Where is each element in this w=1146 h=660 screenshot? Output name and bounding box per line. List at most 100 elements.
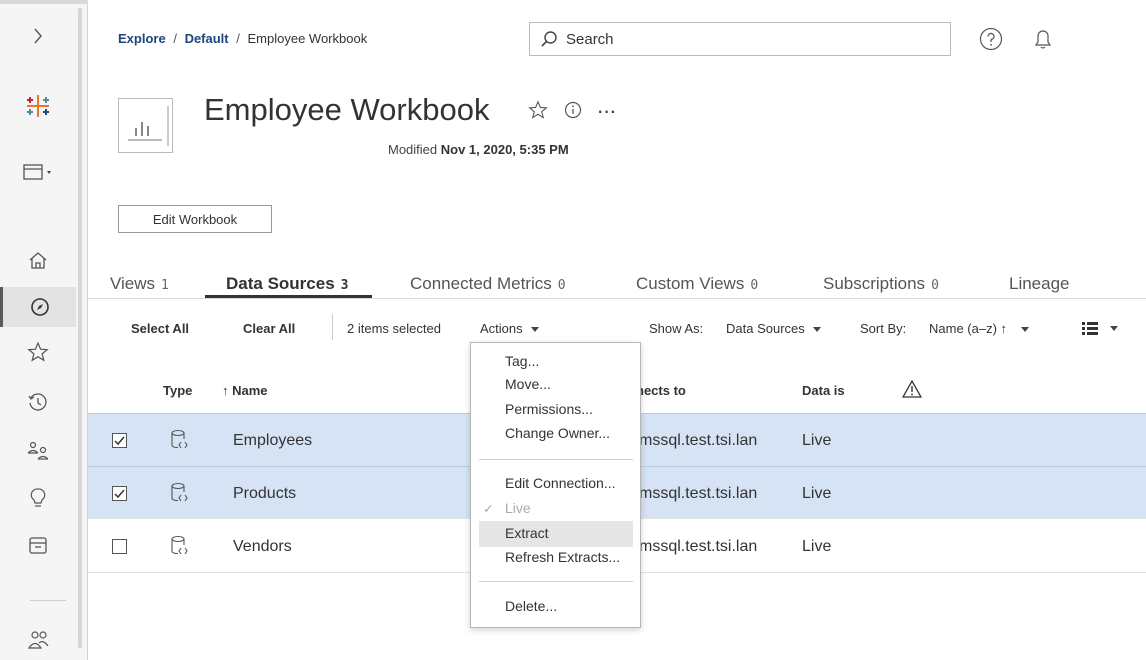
show-as-label: Show As: bbox=[649, 321, 704, 336]
row-name[interactable]: Products bbox=[233, 485, 296, 503]
search-icon bbox=[541, 31, 557, 47]
view-mode-dropdown[interactable] bbox=[1082, 320, 1118, 336]
row-checkbox[interactable] bbox=[112, 433, 127, 448]
tab-lineage[interactable]: Lineage bbox=[1009, 274, 1070, 294]
row-connects-to: mssql.test.tsi.lan bbox=[639, 432, 758, 449]
top-border bbox=[0, 0, 88, 4]
check-icon: ✓ bbox=[483, 501, 494, 516]
tab-subscriptions[interactable]: Subscriptions 0 bbox=[823, 274, 939, 294]
toolbar-divider bbox=[332, 314, 333, 340]
menu-item-edit-connection[interactable]: Edit Connection... bbox=[505, 475, 616, 491]
column-header-data-is[interactable]: Data is bbox=[802, 383, 845, 398]
site-switcher[interactable] bbox=[0, 152, 76, 192]
sidebar bbox=[0, 0, 88, 660]
chevron-down-icon bbox=[1021, 327, 1030, 333]
row-connects-to: mssql.test.tsi.lan bbox=[639, 538, 758, 555]
notifications-button[interactable] bbox=[1030, 26, 1056, 52]
row-data-is: Live bbox=[802, 432, 832, 449]
actions-label: Actions bbox=[480, 321, 523, 336]
sidebar-divider bbox=[30, 600, 66, 601]
help-button[interactable] bbox=[978, 26, 1004, 52]
menu-item-refresh-extracts[interactable]: Refresh Extracts... bbox=[505, 549, 620, 565]
tab-count: 0 bbox=[557, 278, 566, 293]
row-data-is: Live bbox=[802, 485, 832, 502]
checkbox-checked-icon bbox=[114, 436, 125, 445]
sort-by-value: Name (a–z) ↑ bbox=[929, 321, 1008, 336]
explore-icon bbox=[30, 298, 49, 316]
tabs-divider bbox=[88, 298, 1146, 299]
breadcrumb: Explore / Default / Employee Workbook bbox=[118, 31, 367, 46]
column-header-warning[interactable] bbox=[901, 379, 923, 401]
row-checkbox[interactable] bbox=[112, 486, 127, 501]
recommendations-icon bbox=[30, 488, 46, 507]
show-as-dropdown[interactable]: Data Sources bbox=[726, 321, 821, 336]
data-source-icon bbox=[171, 535, 188, 555]
workbook-actions: ··· bbox=[528, 100, 617, 125]
menu-item-extract[interactable]: Extract bbox=[505, 525, 549, 541]
sidebar-shared-with-me[interactable] bbox=[0, 430, 76, 470]
tab-data-sources[interactable]: Data Sources 3 bbox=[226, 274, 349, 294]
tableau-logo[interactable] bbox=[0, 86, 76, 126]
favorites-icon bbox=[27, 341, 49, 362]
row-connects-to: mssql.test.tsi.lan bbox=[639, 485, 758, 502]
menu-item-delete[interactable]: Delete... bbox=[505, 598, 557, 614]
clear-all-button[interactable]: Clear All bbox=[243, 321, 295, 336]
tableau-logo-icon bbox=[27, 95, 49, 117]
sort-by-dropdown[interactable]: Name (a–z) ↑ bbox=[929, 321, 1030, 336]
menu-item-change-owner[interactable]: Change Owner... bbox=[505, 425, 610, 441]
sidebar-recommendations[interactable] bbox=[0, 478, 76, 518]
selected-count: 2 items selected bbox=[347, 321, 441, 336]
tab-label: Connected Metrics bbox=[410, 274, 552, 293]
tab-connected-metrics[interactable]: Connected Metrics 0 bbox=[410, 274, 566, 294]
sidebar-scrollbar[interactable] bbox=[78, 8, 82, 648]
chevron-down-icon bbox=[812, 327, 821, 333]
info-button[interactable] bbox=[564, 101, 582, 124]
modified-info: Modified Nov 1, 2020, 5:35 PM bbox=[388, 142, 569, 157]
breadcrumb-explore[interactable]: Explore bbox=[118, 31, 166, 46]
menu-highlight bbox=[479, 521, 633, 547]
sort-by-label: Sort By: bbox=[860, 321, 907, 336]
tab-label: Data Sources bbox=[226, 274, 335, 293]
row-name[interactable]: Employees bbox=[233, 432, 312, 450]
more-button[interactable]: ··· bbox=[598, 104, 617, 122]
chevron-down-icon bbox=[1110, 326, 1118, 332]
tab-views[interactable]: Views 1 bbox=[110, 274, 169, 294]
tab-label: Lineage bbox=[1009, 274, 1070, 293]
warning-icon bbox=[901, 379, 923, 398]
sidebar-collections[interactable] bbox=[0, 525, 76, 565]
menu-item-permissions[interactable]: Permissions... bbox=[505, 401, 593, 417]
sidebar-home[interactable] bbox=[0, 240, 76, 280]
notifications-icon bbox=[1034, 30, 1052, 49]
tab-count: 1 bbox=[161, 278, 169, 293]
select-all-button[interactable]: Select All bbox=[131, 321, 189, 336]
tab-label: Subscriptions bbox=[823, 274, 926, 293]
site-switcher-icon bbox=[23, 164, 51, 180]
row-name[interactable]: Vendors bbox=[233, 538, 292, 556]
sidebar-expand-button[interactable] bbox=[0, 16, 76, 56]
column-header-connects-to[interactable]: nects to bbox=[636, 383, 686, 398]
tab-custom-views[interactable]: Custom Views 0 bbox=[636, 274, 758, 294]
actions-dropdown[interactable]: Actions bbox=[480, 321, 539, 336]
edit-workbook-button[interactable]: Edit Workbook bbox=[118, 205, 272, 233]
sidebar-explore[interactable] bbox=[0, 287, 76, 327]
sidebar-favorites[interactable] bbox=[0, 332, 76, 372]
row-checkbox[interactable] bbox=[112, 539, 127, 554]
breadcrumb-default[interactable]: Default bbox=[185, 31, 229, 46]
recents-icon bbox=[28, 393, 47, 411]
sidebar-recents[interactable] bbox=[0, 383, 76, 423]
page-title: Employee Workbook bbox=[204, 92, 490, 127]
home-icon bbox=[29, 252, 47, 269]
favorite-button[interactable] bbox=[528, 100, 548, 125]
star-icon bbox=[528, 100, 548, 119]
show-as-value: Data Sources bbox=[726, 321, 805, 336]
menu-item-move[interactable]: Move... bbox=[505, 376, 551, 392]
column-header-type[interactable]: Type bbox=[163, 383, 192, 398]
search-input[interactable]: Search bbox=[529, 22, 951, 56]
chevron-down-icon bbox=[530, 327, 539, 333]
row-data-is: Live bbox=[802, 538, 832, 555]
modified-value: Nov 1, 2020, 5:35 PM bbox=[440, 142, 569, 157]
column-header-name[interactable]: ↑ Name bbox=[222, 383, 268, 398]
more-icon: ··· bbox=[598, 103, 617, 121]
menu-item-tag[interactable]: Tag... bbox=[505, 353, 539, 369]
sidebar-users[interactable] bbox=[0, 620, 76, 660]
